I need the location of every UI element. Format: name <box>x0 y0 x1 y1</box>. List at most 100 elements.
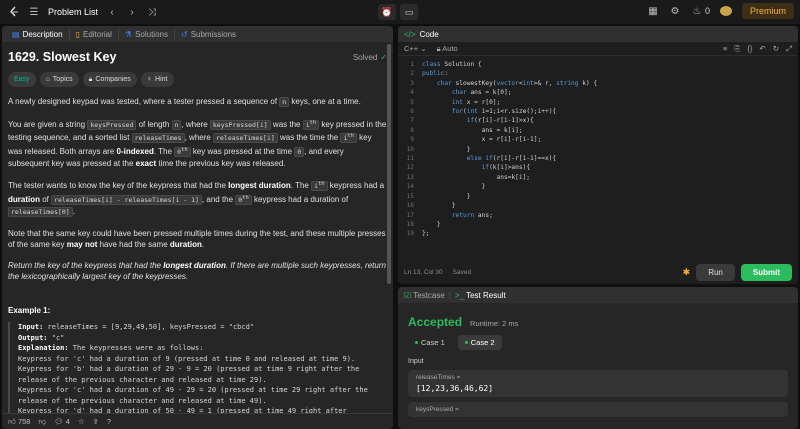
problem-list-icon[interactable]: ☰ <box>28 6 40 18</box>
code-line: 17 return ans; <box>398 211 798 220</box>
expand-icon[interactable]: ⤢ <box>786 44 792 54</box>
result-tabs: ☑ Testcase | >_ Test Result <box>398 287 798 303</box>
timer-button[interactable]: ⏰ <box>378 4 396 20</box>
editorial-icon: ▯ <box>75 29 80 39</box>
comments-button[interactable]: 💬︎ 4 <box>54 417 70 426</box>
case-2-tab[interactable]: Case 2 <box>457 335 502 350</box>
code-line: 5 int x = r[0]; <box>398 98 798 107</box>
line-number: 6 <box>410 108 414 116</box>
next-problem-icon[interactable]: › <box>126 6 138 18</box>
code-line: 18 } <box>398 220 798 229</box>
tab-solutions[interactable]: ⚗ Solutions <box>119 29 175 39</box>
paragraph-3: The tester wants to know the key of the … <box>8 180 385 218</box>
braces-icon[interactable]: {} <box>747 44 752 54</box>
tab-description[interactable]: ▤ Description <box>6 29 70 39</box>
language-select[interactable]: C++ ⌄ <box>404 44 427 53</box>
tab-editorial[interactable]: ▯ Editorial <box>70 29 119 39</box>
coin-count: 0 <box>704 6 710 16</box>
line-number: 4 <box>410 89 414 97</box>
check-circle-icon: ✓ <box>380 53 387 62</box>
pass-dot-icon <box>464 341 468 344</box>
code-editor[interactable]: 1 class Solution {2 public: 3 char slowestK… <box>398 56 798 239</box>
help-icon[interactable]: ? <box>107 417 111 426</box>
premium-button[interactable]: Premium <box>741 3 794 19</box>
line-number: 15 <box>406 192 414 200</box>
line-number: 3 <box>410 79 414 87</box>
layout-icon[interactable]: ▦ <box>647 5 659 17</box>
code-line: 19}; <box>398 229 798 238</box>
paragraph-4: Note that the same key could have been p… <box>8 228 386 250</box>
code-line: 9 x = r[i]-r[i-1]; <box>398 135 798 144</box>
case-1-tab[interactable]: Case 1 <box>408 335 452 350</box>
line-number: 18 <box>406 220 414 228</box>
reset-icon[interactable]: ↻ <box>773 44 779 54</box>
undo-icon[interactable]: ↶ <box>759 44 765 54</box>
cursor-position: Ln 13, Col 30 <box>404 268 443 276</box>
accepted-status: Accepted <box>408 315 463 329</box>
code-line: 2 public: <box>398 69 798 78</box>
topics-chip[interactable]: ⌂ Topics <box>39 71 79 87</box>
code-line: 15 } <box>398 192 798 201</box>
leetcode-logo-icon[interactable] <box>8 5 20 19</box>
lock-icon: 🔒︎ <box>436 43 441 53</box>
avatar[interactable] <box>719 6 732 16</box>
format-icon[interactable]: ≡ <box>723 44 727 54</box>
debug-icon[interactable]: ✱ <box>683 267 691 278</box>
code-line: 10 } <box>398 145 798 154</box>
problem-list-link[interactable]: Problem List <box>48 7 98 17</box>
description-panel: ▤ Description ▯ Editorial ⚗ Solutions ↺ Subm… <box>2 26 393 429</box>
chevron-down-icon: ⌄ <box>420 44 427 53</box>
code-toolbar: C++ ⌄ 🔒︎ Auto ≡ ⎘ {} ↶ ↻ ⤢ <box>398 42 798 56</box>
example-line: Keypress for 'c' had a duration of 9 (pr… <box>18 354 356 363</box>
note-icon: ▭ <box>404 6 414 17</box>
line-number: 12 <box>406 164 414 172</box>
prev-problem-icon[interactable]: ‹ <box>106 6 118 18</box>
description-icon: ▤ <box>12 29 20 39</box>
share-icon[interactable]: ⇪ <box>93 417 99 426</box>
lightbulb-icon: ♀ <box>146 75 153 83</box>
star-icon[interactable]: ☆ <box>78 417 85 426</box>
line-number: 1 <box>410 61 414 68</box>
shuffle-icon[interactable]: ⤨ <box>146 6 158 18</box>
submit-button[interactable]: Submit <box>740 263 792 281</box>
submissions-icon: ↺ <box>180 29 188 39</box>
line-number: 2 <box>410 70 414 78</box>
line-number: 14 <box>406 183 414 191</box>
tab-submissions[interactable]: ↺ Submissions <box>175 29 242 39</box>
code-header: </> Code <box>398 26 798 42</box>
hint-chip[interactable]: ♀ Hint <box>140 71 174 87</box>
comment-icon: 💬︎ <box>54 417 64 426</box>
example-line: Explanation: The keypresses were as foll… <box>18 344 204 353</box>
notes-button[interactable]: ▭ <box>400 4 418 20</box>
paragraph-1: A newly designed keypad was tested, wher… <box>8 97 361 107</box>
like-button[interactable]: 👍︎ 758 <box>8 417 30 427</box>
tab-testcase[interactable]: ☑ Testcase <box>404 291 445 300</box>
tab-test-result[interactable]: >_ Test Result <box>455 291 506 300</box>
difficulty-chip[interactable]: Easy <box>8 71 36 87</box>
problem-title: 1629. Slowest Key <box>8 50 117 64</box>
solutions-icon: ⚗ <box>124 29 133 39</box>
example-line: Input: releaseTimes = [9,29,49,50], keys… <box>18 323 255 332</box>
lock-icon: 🔒︎ <box>88 75 93 83</box>
fire-icon[interactable]: ♨ <box>691 5 703 17</box>
line-number: 13 <box>406 173 414 181</box>
companies-chip[interactable]: 🔒︎ Companies <box>82 71 137 87</box>
run-button[interactable]: Run <box>696 263 735 281</box>
line-number: 10 <box>406 145 414 153</box>
example-line: Keypress for 'c' had a duration of 49 - … <box>18 386 368 405</box>
code-line: 7 if(r[i]-r[i-1]>x){ <box>398 116 798 125</box>
line-number: 9 <box>410 136 414 144</box>
settings-icon[interactable]: ⚙ <box>669 5 681 17</box>
line-number: 19 <box>406 230 414 238</box>
description-scrollbar[interactable] <box>387 44 391 284</box>
dislike-icon[interactable]: 👎︎ <box>38 417 46 427</box>
code-panel: </> Code C++ ⌄ 🔒︎ Auto ≡ ⎘ {} ↶ ↻ ⤢ 1 cla… <box>398 26 798 284</box>
auto-toggle[interactable]: 🔒︎ Auto <box>437 44 458 54</box>
code-line: 14 } <box>398 182 798 191</box>
code-line: 11 else if(r[i]-r[i-1]==x){ <box>398 154 798 163</box>
bookmark-icon[interactable]: ⎘ <box>734 44 740 54</box>
tag-icon: ⌂ <box>45 75 50 83</box>
line-number: 16 <box>406 202 414 210</box>
example-block: Input: releaseTimes = [9,29,49,50], keys… <box>8 322 387 417</box>
example-line: Output: "c" <box>18 333 65 342</box>
